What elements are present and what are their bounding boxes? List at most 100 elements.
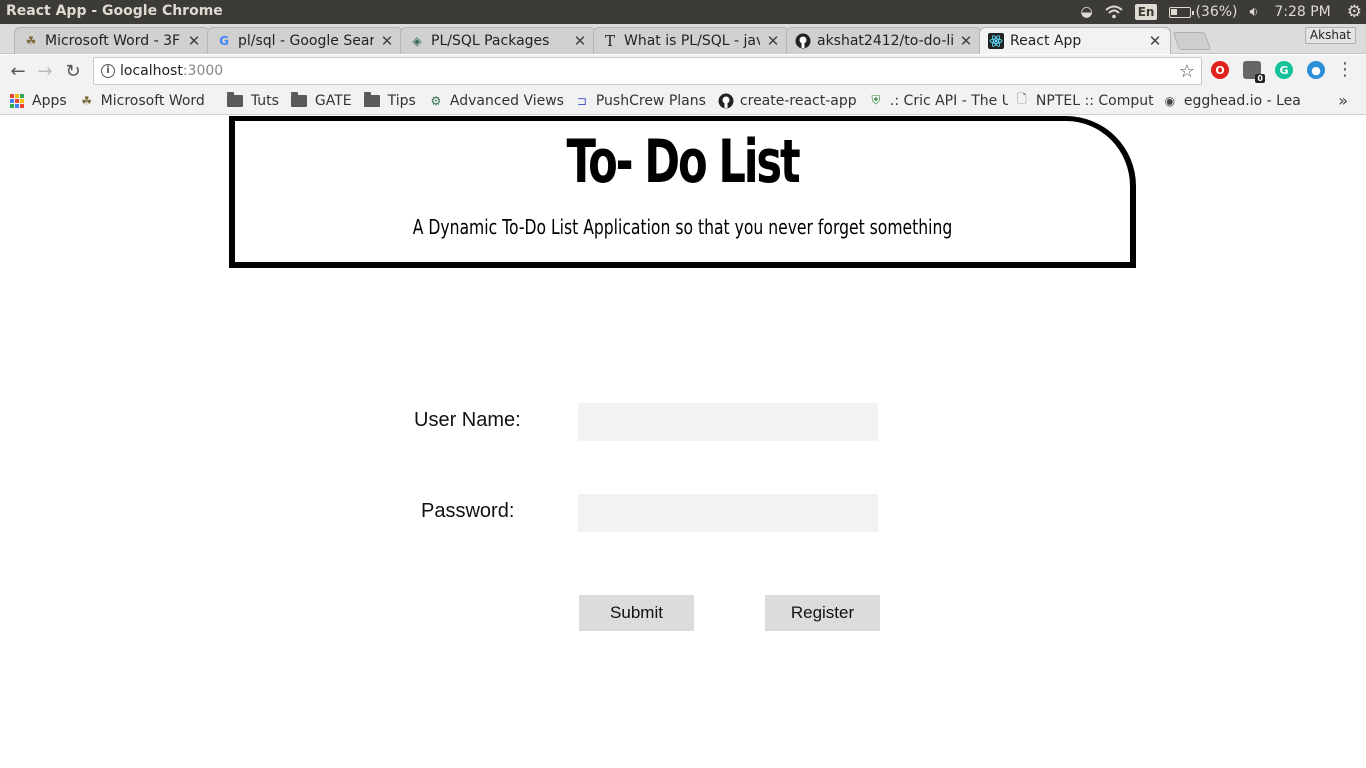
bookmark-label: Microsoft Word bbox=[100, 92, 205, 109]
os-top-panel: React App - Google Chrome ◒ En (36%) 🔉︎ … bbox=[0, 0, 1366, 24]
bookmark-label: PushCrew Plans bbox=[595, 92, 706, 109]
reload-icon[interactable]: ↻ bbox=[61, 59, 85, 83]
close-icon[interactable]: ✕ bbox=[1148, 32, 1162, 50]
tab-title: PL/SQL Packages bbox=[431, 33, 550, 49]
tab-what-is-plsql[interactable]: T What is PL/SQL - jav ✕ bbox=[593, 27, 789, 54]
shield-icon: ⛨ bbox=[871, 93, 881, 107]
close-icon[interactable]: ✕ bbox=[380, 32, 394, 50]
bookmark-nptel[interactable]: 🗋︎ NPTEL :: Comput bbox=[1008, 87, 1156, 115]
extension-icon[interactable]: 0 bbox=[1243, 61, 1265, 83]
grammarly-icon[interactable]: G bbox=[1275, 61, 1293, 79]
submit-button[interactable]: Submit bbox=[579, 595, 694, 631]
tab-title: Microsoft Word - 3F bbox=[45, 33, 181, 49]
tab-github-todo[interactable]: akshat2412/to-do-li ✕ bbox=[786, 27, 982, 54]
bookmark-microsoft-word[interactable]: ☘ Microsoft Word bbox=[73, 87, 211, 115]
battery-icon bbox=[1169, 6, 1195, 18]
bookmarks-bar: Apps ☘ Microsoft Word Tuts GATE Tips ⚙ A… bbox=[0, 87, 1366, 115]
bookmark-folder-gate[interactable]: GATE bbox=[285, 87, 358, 115]
tab-title: What is PL/SQL - jav bbox=[624, 33, 760, 49]
github-icon bbox=[718, 93, 734, 109]
battery-percent: (36%) bbox=[1195, 4, 1238, 20]
profile-button[interactable]: Akshat bbox=[1304, 27, 1356, 44]
tab-microsoft-word[interactable]: ☘ Microsoft Word - 3F ✕ bbox=[14, 27, 210, 54]
bookmark-pushcrew[interactable]: ⊐ PushCrew Plans bbox=[568, 87, 712, 115]
bookmark-label: egghead.io - Lea bbox=[1183, 92, 1301, 109]
folder-icon bbox=[226, 91, 243, 107]
bookmark-label: Tuts bbox=[250, 92, 279, 109]
tab-title: akshat2412/to-do-li bbox=[817, 33, 953, 49]
bookmark-label: Tips bbox=[387, 92, 416, 109]
bookmark-create-react-app[interactable]: create-react-app bbox=[712, 87, 862, 115]
battery-indicator[interactable]: (36%) bbox=[1169, 0, 1238, 24]
circle-extension-icon[interactable]: ● bbox=[1307, 61, 1325, 79]
apps-grid-icon bbox=[10, 93, 24, 108]
register-button[interactable]: Register bbox=[765, 595, 880, 631]
github-icon bbox=[795, 33, 811, 49]
url-port: :3000 bbox=[182, 63, 224, 79]
extension-badge: 0 bbox=[1255, 74, 1265, 83]
bookmark-folder-tuts[interactable]: Tuts bbox=[211, 87, 285, 115]
bookmark-label: create-react-app bbox=[739, 92, 857, 109]
app-header: To- Do List A Dynamic To-Do List Applica… bbox=[229, 116, 1136, 268]
sync-icon[interactable]: ◒ bbox=[1080, 0, 1092, 24]
diamond-icon: ◈ bbox=[412, 34, 422, 48]
tab-plsql-google[interactable]: G pl/sql - Google Sear ✕ bbox=[207, 27, 403, 54]
t-letter-icon: T bbox=[604, 32, 615, 50]
new-tab-button[interactable] bbox=[1172, 32, 1212, 50]
close-icon[interactable]: ✕ bbox=[573, 32, 587, 50]
password-input[interactable] bbox=[578, 494, 878, 532]
close-icon[interactable]: ✕ bbox=[187, 32, 201, 50]
bookmark-label: Advanced Views bbox=[449, 92, 564, 109]
tab-title: React App bbox=[1010, 33, 1082, 49]
tab-strip: ☘ Microsoft Word - 3F ✕ G pl/sql - Googl… bbox=[0, 24, 1366, 54]
bookmark-label: .: Cric API - The U bbox=[889, 92, 1008, 109]
keyboard-layout-label: En bbox=[1134, 4, 1158, 20]
folder-icon bbox=[363, 91, 380, 107]
password-label: Password: bbox=[421, 500, 515, 522]
battery-level bbox=[1171, 8, 1178, 15]
app-subtitle: A Dynamic To-Do List Application so that… bbox=[412, 215, 953, 239]
opera-icon[interactable]: O bbox=[1211, 61, 1229, 79]
bookmark-label: Apps bbox=[32, 92, 67, 109]
word-doc-icon: ☘ bbox=[25, 34, 37, 48]
volume-icon[interactable]: 🔉︎ bbox=[1250, 0, 1259, 24]
system-tray: ◒ En (36%) 🔉︎ 7:28 PM ⚙ bbox=[1074, 0, 1366, 24]
bookmark-cric-api[interactable]: ⛨ .: Cric API - The U bbox=[862, 87, 1008, 115]
tab-title: pl/sql - Google Sear bbox=[238, 33, 374, 49]
bookmark-label: NPTEL :: Comput bbox=[1035, 92, 1154, 109]
egghead-icon: ◉ bbox=[1164, 93, 1176, 108]
react-icon bbox=[988, 33, 1004, 49]
tab-react-app[interactable]: React App ✕ bbox=[979, 27, 1171, 54]
username-input[interactable] bbox=[578, 403, 878, 441]
address-bar[interactable]: i localhost:3000 ☆ bbox=[93, 57, 1202, 85]
word-doc-icon: ☘ bbox=[81, 93, 93, 108]
username-label: User Name: bbox=[414, 409, 521, 431]
window-title: React App - Google Chrome bbox=[6, 3, 223, 19]
page-icon: 🗋︎ bbox=[1017, 92, 1027, 106]
bookmark-folder-tips[interactable]: Tips bbox=[358, 87, 422, 115]
folder-icon bbox=[290, 91, 307, 107]
browser-toolbar: ← → ↻ i localhost:3000 ☆ O 0 G ● ⋮ bbox=[0, 55, 1366, 87]
keyboard-layout-indicator[interactable]: En bbox=[1134, 0, 1158, 24]
info-icon[interactable]: i bbox=[101, 64, 115, 78]
more-bookmarks-chevron-icon[interactable]: » bbox=[1338, 91, 1348, 110]
forward-arrow-icon[interactable]: → bbox=[33, 59, 57, 83]
page-content: To- Do List A Dynamic To-Do List Applica… bbox=[0, 116, 1366, 768]
views-icon: ⚙ bbox=[430, 93, 442, 108]
bookmark-star-icon[interactable]: ☆ bbox=[1179, 61, 1195, 82]
menu-dots-icon[interactable]: ⋮ bbox=[1336, 59, 1354, 80]
settings-gear-icon[interactable]: ⚙ bbox=[1347, 0, 1362, 24]
google-icon: G bbox=[219, 34, 229, 48]
bookmark-label: GATE bbox=[314, 92, 352, 109]
back-arrow-icon[interactable]: ← bbox=[6, 59, 30, 83]
url-host: localhost bbox=[120, 63, 183, 79]
tab-plsql-packages[interactable]: ◈ PL/SQL Packages ✕ bbox=[400, 27, 596, 54]
app-title: To- Do List bbox=[566, 127, 801, 197]
close-icon[interactable]: ✕ bbox=[766, 32, 780, 50]
close-icon[interactable]: ✕ bbox=[959, 32, 973, 50]
bookmark-apps[interactable]: Apps bbox=[0, 87, 73, 115]
bookmark-advanced-views[interactable]: ⚙ Advanced Views bbox=[422, 87, 568, 115]
clock[interactable]: 7:28 PM bbox=[1274, 0, 1330, 24]
wifi-icon[interactable] bbox=[1105, 0, 1123, 24]
bookmark-egghead[interactable]: ◉ egghead.io - Lea bbox=[1156, 87, 1306, 115]
